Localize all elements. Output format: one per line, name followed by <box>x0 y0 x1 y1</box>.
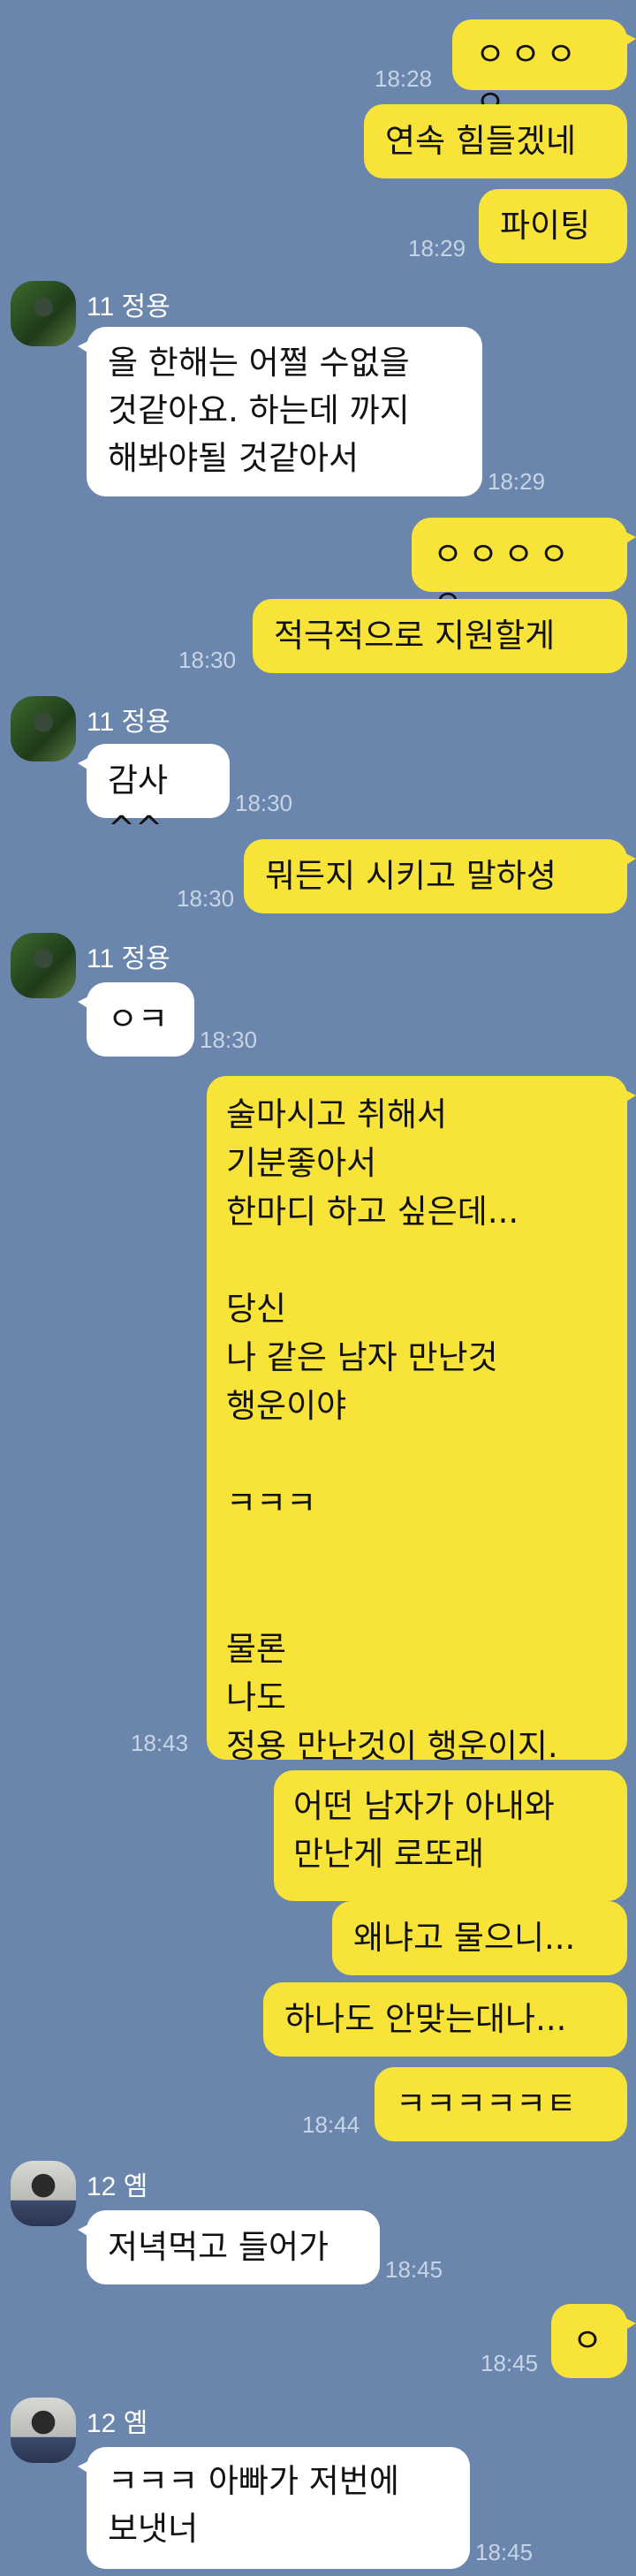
sender-name: 12 옘 <box>87 2172 148 2201</box>
message-timestamp: 18:45 <box>475 2539 534 2565</box>
message-timestamp: 18:30 <box>177 885 235 912</box>
avatar[interactable] <box>11 2161 76 2226</box>
message-bubble-received[interactable]: 감사^^ <box>78 744 230 847</box>
message-bubble-received[interactable]: 올 한해는 어쩔 수없을 것같아요. 하는데 까지 해봐야될 것같아서 <box>78 327 482 496</box>
message-bubble-sent[interactable]: ㅇ <box>551 2304 636 2378</box>
message-timestamp: 18:45 <box>385 2256 443 2283</box>
message-bubble-sent[interactable]: 어떤 남자가 아내와 만난게 로또래 <box>274 1770 627 1901</box>
message-bubble-sent[interactable]: ㅇㅇㅇㅇㅇ <box>412 518 636 621</box>
message-bubble-sent[interactable]: ㅋㅋㅋㅋㅋㅌ <box>375 2067 627 2141</box>
avatar[interactable] <box>11 696 76 761</box>
message-bubble-received[interactable]: ㅋㅋㅋ 아빠가 저번에 보냇너 <box>78 2447 470 2569</box>
message-timestamp: 18:29 <box>488 468 546 495</box>
message-bubble-sent[interactable]: 뭐든지 시키고 말하셩 <box>244 839 636 913</box>
message-timestamp: 18:43 <box>131 1730 189 1756</box>
message-bubble-sent[interactable]: 왜냐고 물으니... <box>332 1901 627 1975</box>
message-bubble-received[interactable]: ㅇㅋ <box>78 982 194 1057</box>
sender-name: 11 정용 <box>87 292 170 322</box>
message-bubble-sent[interactable]: 적극적으로 지원할게 <box>253 599 627 673</box>
avatar[interactable] <box>11 281 76 346</box>
message-bubble-sent[interactable]: 파이팅 <box>479 189 627 263</box>
message-timestamp: 18:45 <box>481 2350 539 2376</box>
message-bubble-sent[interactable]: 연속 힘들겠네 <box>364 104 627 178</box>
message-timestamp: 18:28 <box>375 65 433 92</box>
message-timestamp: 18:44 <box>302 2111 360 2138</box>
sender-name: 12 옘 <box>87 2409 148 2438</box>
message-timestamp: 18:30 <box>178 647 237 673</box>
message-timestamp: 18:30 <box>235 790 293 816</box>
message-timestamp: 18:29 <box>408 235 466 261</box>
message-bubble-sent[interactable]: ㅇㅇㅇㅇ <box>452 19 636 121</box>
sender-name: 11 정용 <box>87 708 170 737</box>
message-bubble-sent[interactable]: 하나도 안맞는대나... <box>263 1982 627 2057</box>
message-bubble-received[interactable]: 저녁먹고 들어가 <box>78 2210 380 2284</box>
message-bubble-sent[interactable]: 술마시고 취해서 기분좋아서 한마디 하고 싶은데... 당신 나 같은 남자 … <box>207 1076 636 1765</box>
avatar[interactable] <box>11 933 76 998</box>
message-timestamp: 18:30 <box>200 1027 258 1053</box>
sender-name: 11 정용 <box>87 944 170 974</box>
avatar[interactable] <box>11 2398 76 2463</box>
